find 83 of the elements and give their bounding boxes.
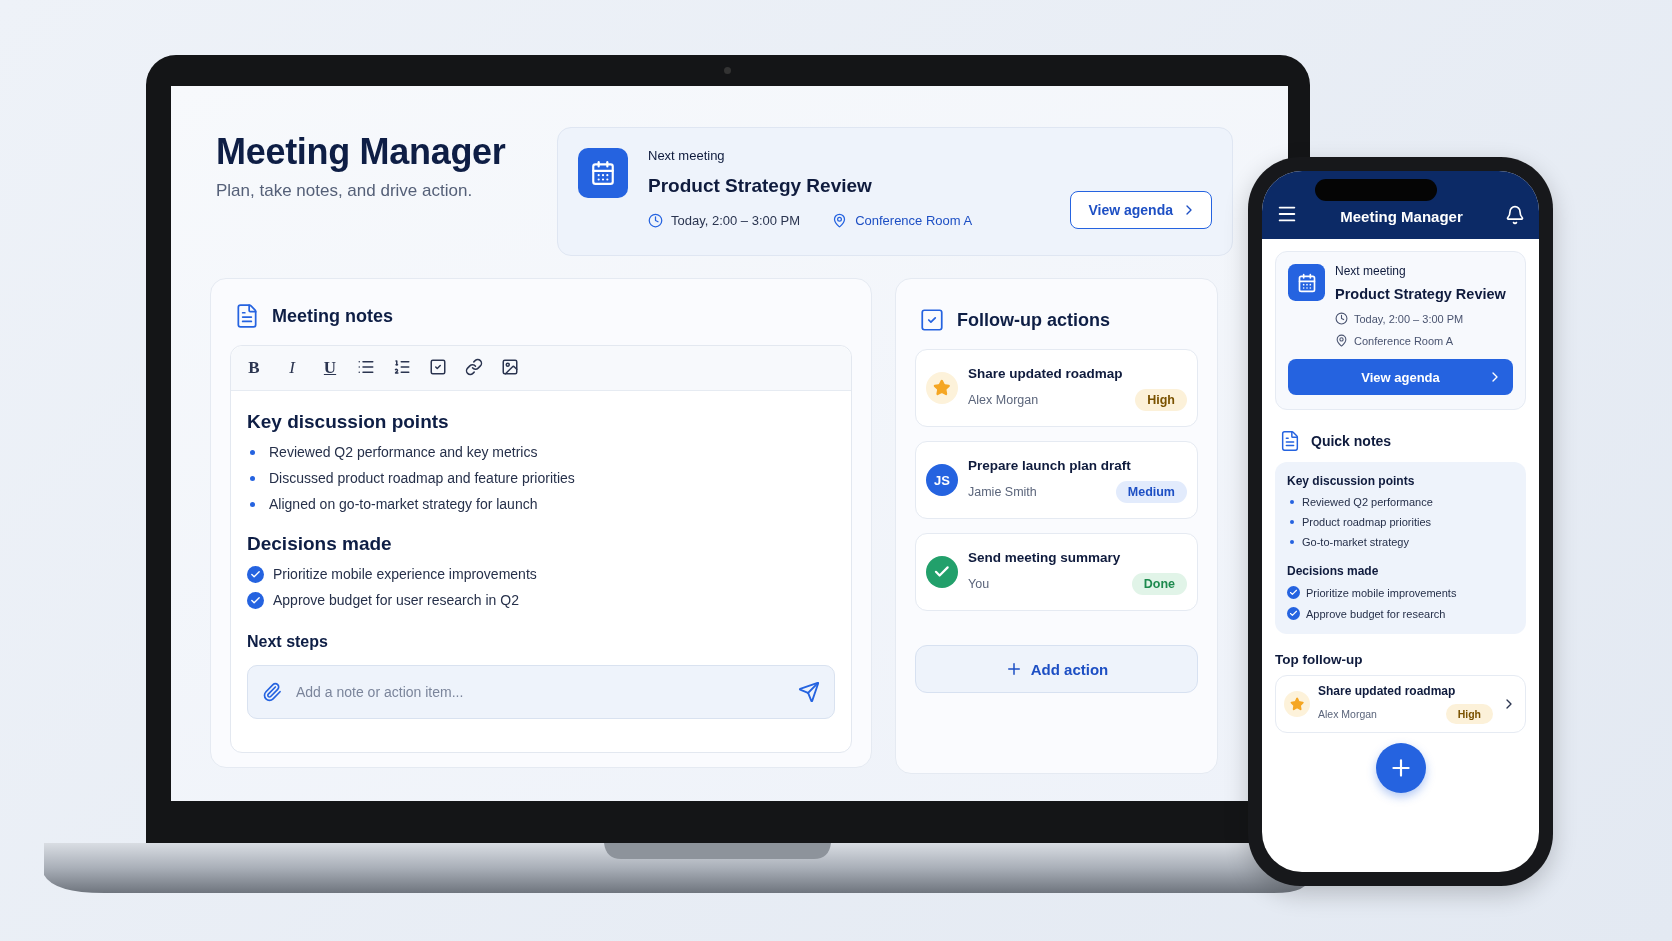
action-item[interactable]: Share updated roadmap Alex Morgan High [915,349,1198,427]
notes-heading: Decisions made [1287,564,1380,578]
calendar-icon [1288,264,1325,301]
card-title: Meeting notes [272,305,393,327]
bullet-dot [1290,500,1294,504]
paperclip-icon[interactable] [262,682,282,702]
notes-heading: Key discussion points [1287,474,1416,488]
priority-badge: Done [1131,572,1187,595]
action-owner: Jamie Smith [968,484,1037,499]
bullet-dot [250,449,255,455]
checkbox-icon[interactable] [429,358,449,378]
action-item[interactable]: JS Prepare launch plan draft Jamie Smith Medium [915,441,1198,519]
action-title: Prepare launch plan draft [968,457,1132,473]
link-icon[interactable] [465,358,485,378]
checkbox-icon [919,307,945,333]
action-title: Share updated roadmap [968,365,1124,381]
action-title: Share updated roadmap [1318,684,1457,698]
camera-dot [724,67,731,74]
location-pin-icon [1335,334,1348,347]
clock-icon [648,212,663,228]
app-subtitle: Plan, take notes, and drive action. [216,181,474,201]
decision-text: Prioritize mobile experience improvements [273,566,537,582]
bullet-dot [250,501,255,507]
check-icon [926,556,958,588]
meeting-title: Product Strategy Review [648,175,873,197]
bullet-text: Aligned on go-to-market strategy for launch [269,496,538,512]
priority-badge: High [1135,388,1187,411]
bullet-dot [1290,540,1294,544]
format-button[interactable]: U [319,357,341,379]
decision-text: Approve budget for user research in Q2 [273,592,519,608]
action-title: Send meeting summary [968,549,1122,565]
bullet-text: Discussed product roadmap and feature priorities [269,470,575,486]
meeting-title: Product Strategy Review [1335,286,1506,302]
image-icon[interactable] [501,358,521,378]
meeting-location: Conference Room A [1354,334,1454,347]
bullet-text: Go-to-market strategy [1302,536,1409,548]
calendar-icon [578,148,628,198]
avatar: JS [926,464,958,496]
meeting-time: Today, 2:00 – 3:00 PM [1354,312,1464,325]
check-circle[interactable] [1287,586,1300,599]
priority-badge: Medium [1115,480,1187,503]
bell-icon[interactable] [1505,205,1525,225]
action-owner: You [968,576,990,591]
section-title: Quick notes [1311,433,1392,449]
next-meeting-label: Next meeting [1335,264,1407,278]
section-heading: Decisions made [247,533,393,555]
format-button[interactable]: B [243,357,265,379]
view-agenda-button[interactable]: View agenda [1070,191,1212,229]
document-icon [1279,430,1301,452]
check-circle[interactable] [247,591,264,609]
view-agenda-button[interactable]: View agenda [1288,359,1513,395]
decision-text: Approve budget for research [1306,607,1446,620]
action-item[interactable]: Send meeting summary You Done [915,533,1198,611]
bullet-dot [250,475,255,481]
card-title: Follow-up actions [957,309,1110,331]
check-circle[interactable] [1287,607,1300,620]
priority-badge: High [1445,704,1493,724]
meeting-time: Today, 2:00 – 3:00 PM [671,212,801,228]
add-button[interactable] [1375,743,1426,793]
action-owner: Alex Morgan [968,392,1039,407]
check-circle[interactable] [247,565,264,583]
meeting-location: Conference Room A [855,212,973,228]
bullet-text: Reviewed Q2 performance [1302,496,1433,508]
note-input-field[interactable]: Add a note or action item... [247,665,835,719]
app-title: Meeting Manager [1340,208,1463,225]
next-meeting-label: Next meeting [648,148,726,163]
app-title: Meeting Manager [216,131,507,173]
send-icon[interactable] [798,681,820,703]
section-heading: Key discussion points [247,411,450,433]
section-title: Top follow-up [1275,652,1364,667]
bullet-text: Product roadmap priorities [1302,516,1431,528]
format-button[interactable]: I [281,357,303,379]
note-text-input[interactable]: Add a note or action item... [294,683,786,701]
add-action-button[interactable]: Add action [915,645,1198,693]
action-item[interactable]: Share updated roadmap Alex Morgan High [1275,675,1526,733]
document-icon [234,303,260,329]
location-pin-icon [832,212,848,228]
action-owner: Alex Morgan [1318,708,1377,720]
bullet-dot [1290,520,1294,524]
decision-text: Prioritize mobile improvements [1306,586,1457,599]
clock-icon [1335,312,1348,325]
section-heading: Next steps [247,633,329,651]
bullet-text: Reviewed Q2 performance and key metrics [269,444,538,460]
